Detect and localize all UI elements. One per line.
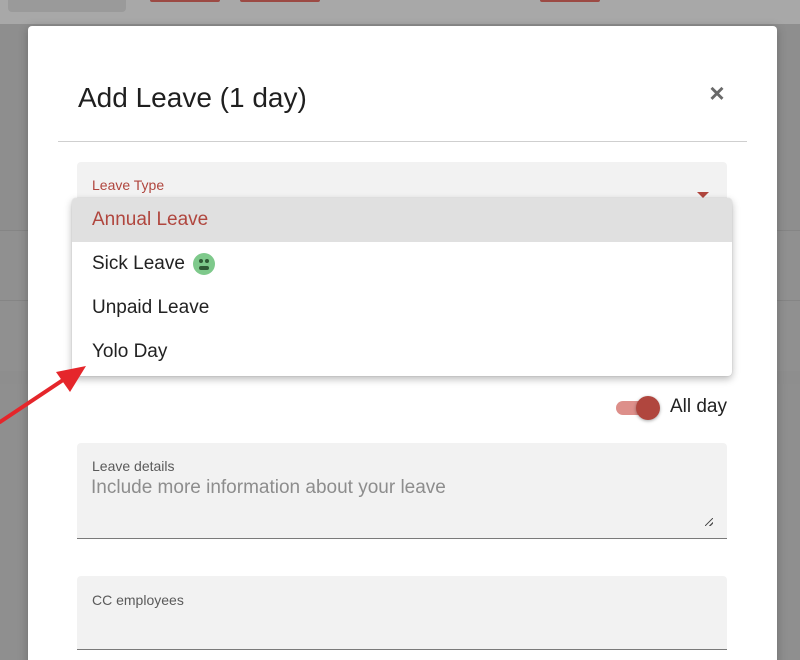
cc-employees-label: CC employees	[92, 592, 184, 608]
leave-type-dropdown: Annual Leave Sick Leave Unpaid Leave Yol…	[72, 198, 732, 376]
all-day-row: All day	[615, 396, 727, 420]
option-yolo-day[interactable]: Yolo Day	[72, 330, 732, 374]
all-day-toggle[interactable]	[615, 396, 660, 420]
option-label: Yolo Day	[92, 341, 168, 362]
header-divider	[58, 141, 747, 142]
option-annual-leave[interactable]: Annual Leave	[72, 198, 732, 242]
sick-face-icon	[192, 253, 215, 275]
close-button[interactable]: ×	[704, 80, 730, 106]
background-link	[150, 0, 220, 2]
option-label: Unpaid Leave	[92, 297, 210, 318]
cc-employees-field[interactable]: CC employees	[77, 576, 727, 650]
leave-details-textarea[interactable]	[91, 477, 707, 527]
modal-title: Add Leave (1 day)	[78, 82, 307, 113]
background-link	[540, 0, 600, 2]
add-leave-modal: Add Leave (1 day) × Leave Type Annual Le…	[28, 26, 777, 660]
all-day-label: All day	[669, 396, 727, 417]
leave-details-field: Leave details	[77, 443, 727, 539]
leave-type-label: Leave Type	[92, 177, 165, 193]
background-topbar	[0, 0, 800, 24]
option-label: Annual Leave	[92, 209, 209, 230]
screen: Add Leave (1 day) × Leave Type Annual Le…	[0, 0, 800, 660]
background-link	[240, 0, 320, 2]
resize-handle-icon[interactable]	[705, 518, 713, 526]
toggle-thumb[interactable]	[635, 396, 660, 420]
leave-details-label: Leave details	[92, 458, 175, 474]
background-tab	[8, 0, 126, 12]
option-unpaid-leave[interactable]: Unpaid Leave	[72, 286, 732, 330]
close-icon: ×	[709, 78, 725, 108]
option-label: Sick Leave	[92, 253, 185, 274]
option-sick-leave[interactable]: Sick Leave	[72, 242, 732, 286]
